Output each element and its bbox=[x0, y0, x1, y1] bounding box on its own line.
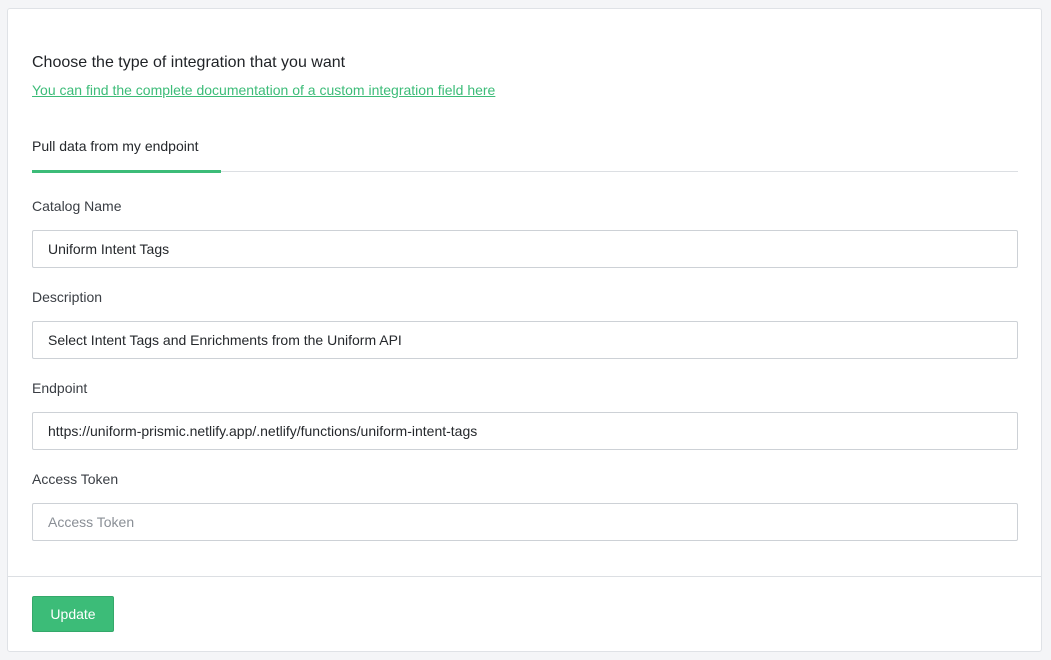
access-token-input[interactable] bbox=[32, 503, 1018, 541]
integration-card: Choose the type of integration that you … bbox=[7, 8, 1042, 652]
endpoint-input[interactable] bbox=[32, 412, 1018, 450]
catalog-name-input[interactable] bbox=[32, 230, 1018, 268]
active-tab-indicator bbox=[32, 170, 221, 173]
update-button[interactable]: Update bbox=[32, 596, 114, 632]
description-input[interactable] bbox=[32, 321, 1018, 359]
tab-pull-data[interactable]: Pull data from my endpoint bbox=[32, 129, 221, 173]
catalog-name-label: Catalog Name bbox=[32, 198, 122, 214]
integration-type-tabs: Pull data from my endpoint bbox=[32, 129, 1018, 173]
description-label: Description bbox=[32, 289, 103, 305]
tab-label: Pull data from my endpoint bbox=[32, 138, 199, 154]
access-token-label: Access Token bbox=[32, 471, 119, 487]
endpoint-label: Endpoint bbox=[32, 380, 88, 396]
page-title: Choose the type of integration that you … bbox=[32, 54, 346, 71]
documentation-link[interactable]: You can find the complete documentation … bbox=[32, 82, 495, 98]
footer-divider bbox=[8, 576, 1041, 577]
